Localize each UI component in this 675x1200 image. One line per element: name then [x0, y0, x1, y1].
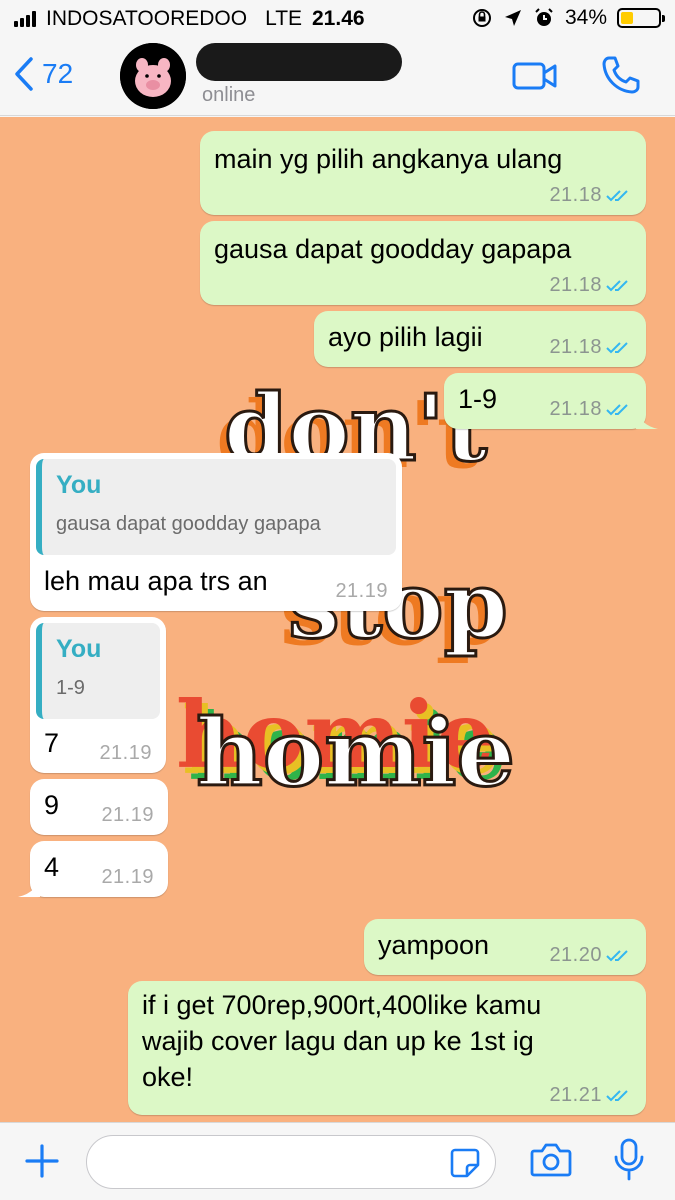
microphone-icon[interactable]	[612, 1137, 646, 1183]
message-bubble-incoming[interactable]: 9 21.19	[30, 779, 168, 835]
network-type: LTE	[265, 7, 303, 30]
message-meta: 21.18	[549, 274, 632, 297]
message-time: 21.18	[549, 398, 602, 420]
location-icon	[504, 10, 521, 26]
video-camera-icon[interactable]	[512, 60, 558, 92]
message-meta: 21.18	[549, 336, 632, 359]
contact-name-redacted[interactable]	[196, 43, 402, 81]
message-meta: 21.18	[549, 184, 632, 207]
orientation-lock-icon	[472, 9, 491, 27]
double-check-icon	[606, 279, 628, 291]
camera-icon[interactable]	[530, 1141, 572, 1179]
message-time: 21.18	[549, 274, 602, 296]
double-check-icon	[606, 1089, 628, 1101]
double-check-icon	[606, 341, 628, 353]
carrier-name: INDOSATOOREDOO	[46, 7, 248, 30]
message-meta: 21.19	[101, 804, 154, 827]
message-time: 21.19	[99, 742, 152, 764]
svg-text:homie: homie	[196, 699, 515, 807]
quoted-text: gausa dapat goodday gapapa	[56, 513, 321, 535]
message-time: 21.21	[549, 1084, 602, 1106]
status-right: 34%	[471, 6, 665, 30]
message-text: if i get 700rep,900rt,400like kamu wajib…	[142, 987, 541, 1095]
pig-avatar-icon	[120, 43, 186, 109]
message-text: gausa dapat goodday gapapa	[214, 234, 572, 264]
message-bubble-outgoing[interactable]: yampoon 21.20	[364, 919, 646, 975]
message-bubble-outgoing[interactable]: main yg pilih angkanya ulang 21.18	[200, 131, 646, 215]
message-meta: 21.19	[335, 580, 388, 603]
status-left: INDOSATOOREDOO LTE	[14, 7, 302, 31]
message-bubble-outgoing[interactable]: if i get 700rep,900rt,400like kamu wajib…	[128, 981, 646, 1115]
quoted-message[interactable]: You gausa dapat goodday gapapa	[36, 459, 396, 555]
message-text: ayo pilih lagii	[328, 322, 483, 352]
message-text: main yg pilih angkanya ulang	[214, 144, 563, 174]
message-time: 21.18	[549, 336, 602, 358]
message-meta: 21.19	[99, 742, 152, 765]
message-bubble-incoming[interactable]: You 1-9 7 21.19	[30, 617, 166, 773]
message-meta: 21.20	[549, 944, 632, 967]
quoted-sender: You	[56, 471, 102, 499]
message-meta: 21.21	[549, 1084, 632, 1107]
sticker-icon[interactable]	[449, 1147, 481, 1179]
message-time: 21.19	[335, 580, 388, 602]
message-bubble-outgoing[interactable]: 1-9 21.18	[444, 373, 658, 429]
quoted-sender: You	[56, 635, 102, 663]
message-bubble-incoming[interactable]: You gausa dapat goodday gapapa leh mau a…	[30, 453, 402, 611]
message-meta: 21.18	[549, 398, 632, 421]
alarm-icon	[535, 8, 553, 26]
message-text: 4	[44, 852, 60, 882]
message-bubble-incoming[interactable]: 4 21.19	[18, 841, 168, 897]
message-time: 21.18	[549, 184, 602, 206]
message-bubble-outgoing[interactable]: gausa dapat goodday gapapa 21.18	[200, 221, 646, 305]
bubble-tail	[18, 877, 40, 897]
battery-fill	[621, 12, 634, 24]
message-text: leh mau apa trs an	[44, 566, 268, 596]
message-time: 21.20	[549, 944, 602, 966]
message-line: if i get 700rep,900rt,400like kamu	[142, 990, 542, 1020]
message-input[interactable]	[86, 1135, 496, 1189]
message-meta: 21.19	[101, 866, 154, 889]
chevron-left-icon	[15, 57, 33, 91]
message-time: 21.19	[101, 866, 154, 888]
signal-strength-icon	[14, 11, 36, 27]
message-line: wajib cover lagu dan up ke 1st ig	[142, 1026, 534, 1056]
double-check-icon	[606, 403, 628, 415]
chat-area[interactable]: don't don't stop stop homie homie homie …	[0, 117, 675, 1122]
contact-status: online	[202, 84, 256, 106]
chat-header: 72 online	[0, 38, 675, 116]
status-time: 21.46	[312, 7, 365, 30]
avatar[interactable]	[120, 43, 186, 109]
message-text: 7	[44, 728, 60, 758]
phone-icon[interactable]	[600, 54, 642, 96]
message-text: 9	[44, 790, 60, 820]
unread-count: 72	[42, 58, 74, 89]
plus-icon[interactable]	[24, 1143, 60, 1179]
bubble-tail	[636, 409, 658, 429]
battery-icon	[617, 8, 665, 28]
message-line: oke!	[142, 1062, 194, 1092]
double-check-icon	[606, 189, 628, 201]
message-bubble-outgoing[interactable]: ayo pilih lagii 21.18	[314, 311, 646, 367]
message-input-bar	[0, 1122, 675, 1200]
back-button[interactable]: 72	[14, 56, 73, 92]
double-check-icon	[606, 949, 628, 961]
quoted-text: 1-9	[56, 677, 85, 699]
status-bar: INDOSATOOREDOO LTE 21.46 34%	[0, 0, 675, 38]
quoted-message[interactable]: You 1-9	[36, 623, 160, 719]
message-text: yampoon	[378, 930, 490, 960]
battery-percent: 34%	[564, 6, 607, 29]
message-text: 1-9	[458, 384, 498, 414]
message-time: 21.19	[101, 804, 154, 826]
